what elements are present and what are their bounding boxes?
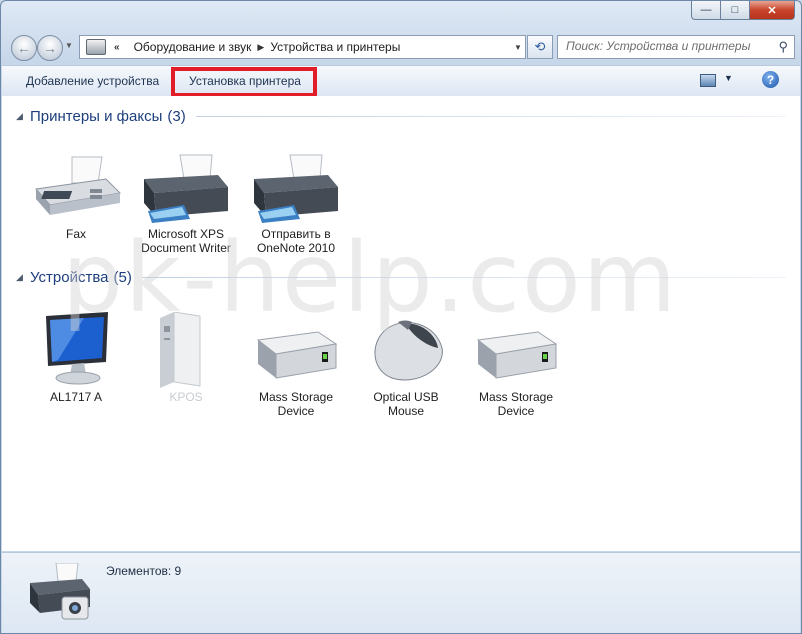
forward-arrow-icon: → [43,40,57,56]
details-pane: Элементов: 9 [2,552,800,633]
device-label: Mass Storage Device [258,390,334,418]
refresh-button[interactable]: ⟲ [527,35,553,59]
refresh-icon: ⟲ [534,39,546,54]
computer-tower-icon [160,312,201,388]
device-item-storage-2[interactable]: Mass Storage Device [466,312,566,418]
printer-icon [254,154,338,223]
device-item-fax[interactable]: Fax [26,153,126,241]
device-label: Mass Storage Device [478,390,554,418]
device-item-onenote[interactable]: Отправить в OneNote 2010 [246,153,346,255]
collapse-arrow-icon[interactable]: ◢ [16,272,30,283]
device-label: KPOS [169,390,203,404]
view-options-dropdown-icon[interactable]: ▼ [724,73,733,83]
minimize-icon: — [700,4,712,16]
device-label: Fax [65,227,86,241]
maximize-button[interactable]: □ [721,1,750,20]
mouse-icon [374,320,443,381]
add-device-button[interactable]: Добавление устройства [26,74,159,88]
device-label: Optical USB Mouse [373,390,439,418]
device-item-xps-writer[interactable]: Microsoft XPS Document Writer [136,153,236,255]
device-item-computer[interactable]: KPOS [136,312,236,404]
fax-icon [35,156,122,215]
search-icon[interactable]: ⚲ [778,39,788,55]
breadcrumb-hardware-sound[interactable]: Оборудование и звук [134,40,252,54]
explorer-window: — □ ✕ ← → ▼ « Оборудование и звук ▶ Устр… [0,0,802,634]
breadcrumb-separator-icon[interactable]: ▶ [257,42,264,53]
breadcrumb-devices-printers[interactable]: Устройства и принтеры [270,40,400,54]
device-item-mouse[interactable]: Optical USB Mouse [356,312,456,418]
help-button[interactable]: ? [762,71,779,88]
command-bar: Добавление устройства Установка принтера… [2,65,800,97]
devices-printers-icon [86,39,106,55]
monitor-icon [46,312,108,385]
device-label: AL1717 A [49,390,103,404]
group-title: Устройства [30,268,109,286]
group-header-devices[interactable]: ◢ Устройства (5) [16,266,786,288]
device-item-storage-1[interactable]: Mass Storage Device [246,312,346,418]
hard-drive-icon [476,331,558,379]
forward-button[interactable]: → [37,35,63,61]
group-count: (5) [113,268,132,286]
group-count: (3) [167,107,186,125]
address-dropdown-icon[interactable]: ▼ [511,43,525,52]
breadcrumb-overflow-button[interactable]: « [114,42,120,53]
minimize-button[interactable]: — [691,1,721,20]
group-divider [195,115,786,117]
device-label: Microsoft XPS Document Writer [141,227,231,255]
highlight-annotation [171,67,317,97]
back-arrow-icon: ← [17,40,31,56]
group-header-printers[interactable]: ◢ Принтеры и факсы (3) [16,105,786,127]
maximize-icon: □ [731,4,739,16]
recent-pages-dropdown[interactable]: ▼ [65,41,73,50]
group-title: Принтеры и факсы [30,107,163,125]
device-list-pane: ◢ Принтеры и факсы (3) Fax Microsoft XPS… [2,96,800,551]
search-box: ⚲ [557,35,795,59]
search-input[interactable] [558,36,771,56]
hard-drive-icon [256,331,338,379]
group-divider [141,276,786,278]
caption-buttons: — □ ✕ [691,1,795,20]
devices-printers-icon [30,563,90,620]
navigation-bar: ← → ▼ « Оборудование и звук ▶ Устройства… [9,33,795,61]
device-label: Отправить в OneNote 2010 [256,227,336,255]
close-button[interactable]: ✕ [750,1,795,20]
back-button[interactable]: ← [11,35,37,61]
collapse-arrow-icon[interactable]: ◢ [16,111,30,122]
change-view-icon[interactable] [700,74,716,87]
address-bar[interactable]: « Оборудование и звук ▶ Устройства и при… [79,35,526,59]
printer-icon [144,154,228,223]
item-count-text: Элементов: 9 [106,564,182,578]
close-icon: ✕ [767,4,777,17]
device-item-monitor[interactable]: AL1717 A [26,312,126,404]
